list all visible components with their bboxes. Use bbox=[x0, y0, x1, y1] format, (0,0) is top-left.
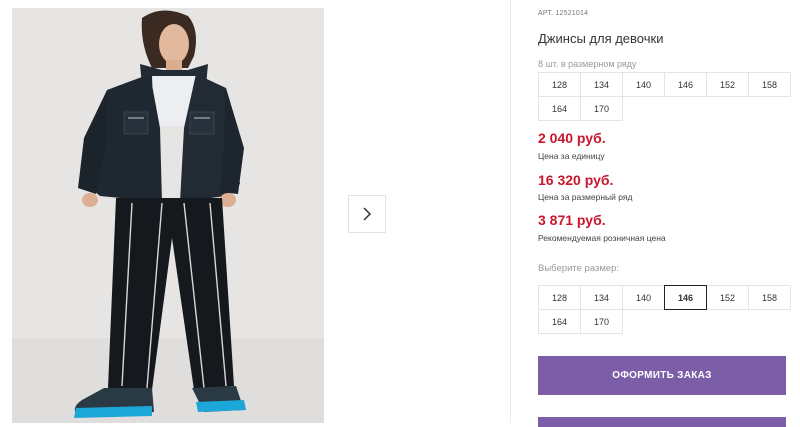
column-divider bbox=[510, 0, 511, 423]
series-size-cell: 134 bbox=[580, 72, 623, 97]
size-option[interactable]: 134 bbox=[580, 285, 623, 310]
size-option[interactable]: 158 bbox=[748, 285, 791, 310]
place-order-button[interactable]: ОФОРМИТЬ ЗАКАЗ bbox=[538, 356, 786, 395]
series-size-grid: 128 134 140 146 152 158 164 170 bbox=[538, 72, 791, 121]
size-option[interactable]: 140 bbox=[622, 285, 665, 310]
product-title: Джинсы для девочки bbox=[538, 31, 664, 46]
series-size-cell: 152 bbox=[706, 72, 749, 97]
series-size-cell: 164 bbox=[538, 96, 581, 121]
series-size-cell: 170 bbox=[580, 96, 623, 121]
article-label: АРТ. bbox=[538, 10, 554, 17]
size-option[interactable]: 152 bbox=[706, 285, 749, 310]
series-price-label: Цена за размерный ряд bbox=[538, 192, 633, 202]
series-label: 8 шт. в размерном ряду bbox=[538, 59, 637, 69]
article-number: АРТ. 12521014 bbox=[538, 10, 588, 17]
product-photo[interactable] bbox=[12, 8, 324, 423]
size-option[interactable]: 128 bbox=[538, 285, 581, 310]
unit-price: 2 040 руб. bbox=[538, 130, 606, 146]
chevron-right-icon bbox=[363, 207, 372, 221]
article-value: 12521014 bbox=[555, 10, 589, 17]
series-size-cell: 158 bbox=[748, 72, 791, 97]
product-photo-image bbox=[12, 8, 324, 423]
size-selector: 128 134 140 146 152 158 164 170 bbox=[538, 285, 791, 334]
size-option[interactable]: 170 bbox=[580, 309, 623, 334]
next-image-button[interactable] bbox=[348, 195, 386, 233]
series-size-cell: 146 bbox=[664, 72, 707, 97]
series-size-cell: 128 bbox=[538, 72, 581, 97]
size-option[interactable]: 164 bbox=[538, 309, 581, 334]
product-gallery bbox=[0, 0, 510, 423]
choose-size-label: Выберите размер: bbox=[538, 263, 620, 274]
unit-price-label: Цена за единицу bbox=[538, 151, 605, 161]
series-price: 16 320 руб. bbox=[538, 172, 614, 188]
series-size-cell: 140 bbox=[622, 72, 665, 97]
size-option-selected[interactable]: 146 bbox=[664, 285, 707, 310]
retail-price-label: Рекомендуемая розничная цена bbox=[538, 233, 666, 243]
secondary-button[interactable] bbox=[538, 417, 786, 427]
retail-price: 3 871 руб. bbox=[538, 212, 606, 228]
